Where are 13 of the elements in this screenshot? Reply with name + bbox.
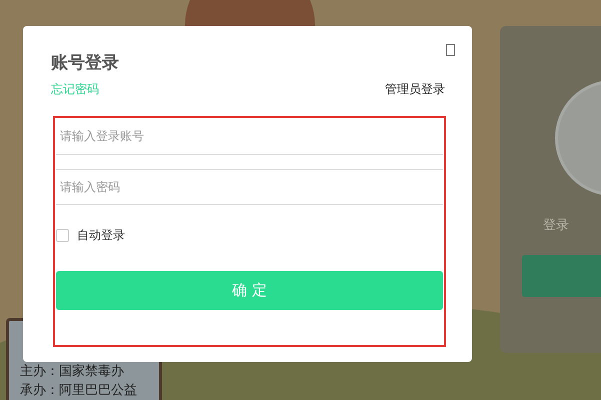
credit-text: 承办：阿里巴巴公益: [20, 383, 137, 399]
login-text: 登录: [543, 217, 569, 234]
close-icon[interactable]: [446, 44, 455, 56]
forgot-password-link[interactable]: 忘记密码: [51, 81, 99, 97]
confirm-button[interactable]: 确 定: [56, 271, 443, 310]
dialog-title: 账号登录: [51, 52, 120, 75]
input-field[interactable]: 请输入密码: [56, 169, 443, 205]
input-field[interactable]: 请输入登录账号: [56, 118, 443, 155]
auto-login-checkbox[interactable]: [56, 229, 69, 242]
login-button[interactable]: [522, 255, 601, 297]
auto-login-label: 自动登录: [77, 227, 125, 244]
admin-login-link[interactable]: 管理员登录: [385, 81, 445, 97]
credit-text: 主办：国家禁毒办: [20, 364, 124, 380]
